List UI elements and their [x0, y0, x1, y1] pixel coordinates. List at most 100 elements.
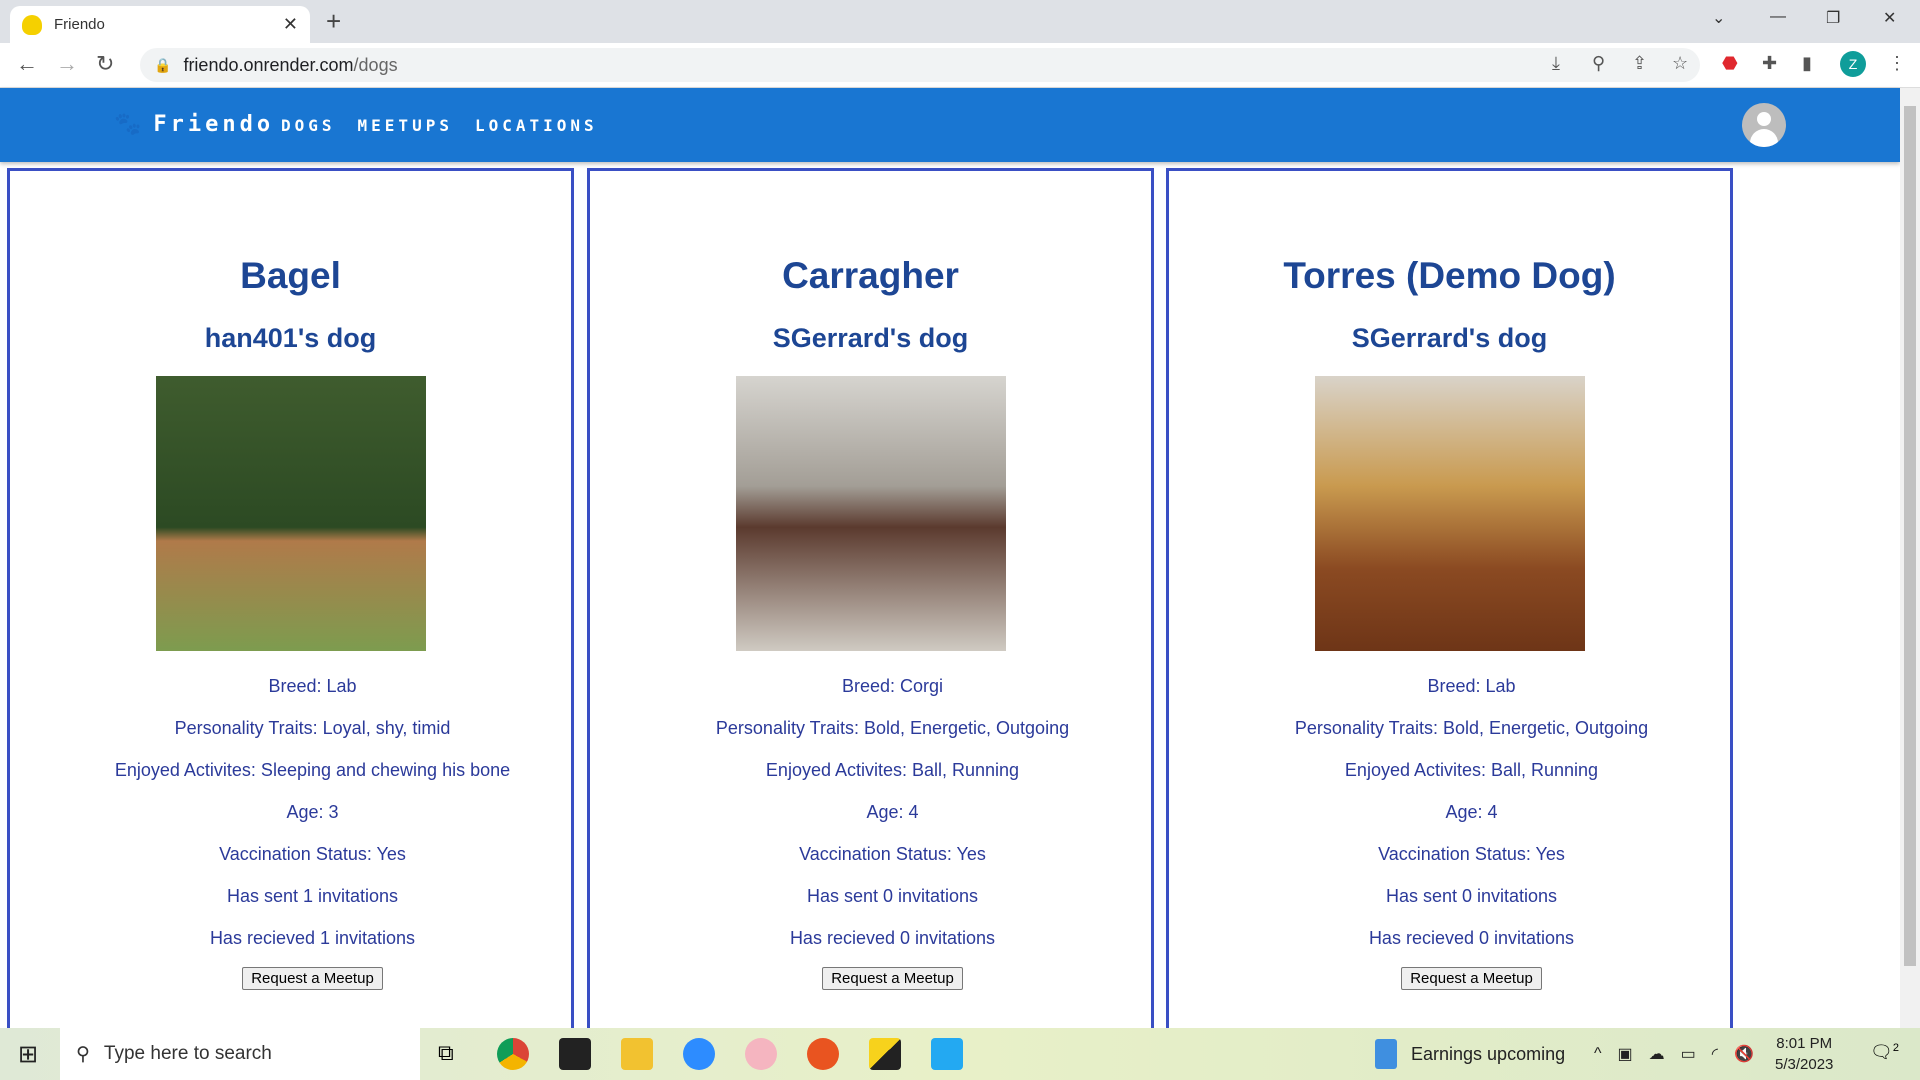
request-meetup-button[interactable]: Request a Meetup: [242, 967, 383, 990]
address-bar: ← → ↻ 🔒 friendo.onrender.com/dogs ⤓ ⚲ ⇪ …: [0, 43, 1920, 88]
browser-tab-bar: Friendo ✕ + ⌄ — ❐ ✕: [0, 0, 1920, 43]
taskbar-search[interactable]: ⚲ Type here to search: [60, 1028, 420, 1080]
app-navbar: 🐾 Friendo DOGS MEETUPS LOCATIONS: [0, 88, 1900, 162]
dog-activities: Enjoyed Activites: Ball, Running: [765, 760, 1020, 780]
dog-activities: Enjoyed Activites: Sleeping and chewing …: [114, 760, 511, 780]
tab-search-icon[interactable]: ⌄: [1712, 8, 1725, 28]
dog-card: Bagel han401's dog Breed: Lab Personality…: [7, 168, 574, 1048]
notifications-icon[interactable]: 🗨2: [1870, 1042, 1899, 1063]
url-host: friendo.onrender.com: [183, 54, 354, 75]
taskbar: ⊞ ⚲ Type here to search ⧉ Earnings upcom…: [0, 1028, 1920, 1080]
dog-photo: [1314, 376, 1585, 651]
ubuntu-icon[interactable]: [807, 1038, 839, 1070]
adblock-icon[interactable]: ⬣: [1722, 53, 1738, 74]
side-panel-icon[interactable]: ▮: [1802, 53, 1812, 74]
forward-icon[interactable]: →: [56, 51, 78, 77]
paw-icon: 🐾: [114, 112, 146, 137]
request-meetup-button[interactable]: Request a Meetup: [822, 967, 963, 990]
profile-avatar[interactable]: Z: [1840, 51, 1866, 77]
dog-vaccination: Vaccination Status: Yes: [799, 844, 986, 864]
dog-sent: Has sent 1 invitations: [226, 886, 399, 906]
wifi-icon[interactable]: ◜: [1712, 1044, 1718, 1064]
dog-age: Age: 4: [1445, 802, 1498, 822]
sticky-notes-icon[interactable]: [869, 1038, 901, 1070]
url-path: /dogs: [353, 54, 398, 75]
minimize-icon[interactable]: —: [1770, 8, 1786, 26]
dog-traits: Personality Traits: Bold, Energetic, Out…: [1294, 718, 1649, 738]
dog-age: Age: 3: [286, 802, 339, 822]
terminal-icon[interactable]: [559, 1038, 591, 1070]
restore-icon[interactable]: ❐: [1826, 8, 1840, 28]
close-window-icon[interactable]: ✕: [1883, 8, 1896, 28]
clock-time: 8:01 PM: [1776, 1035, 1833, 1052]
scrollbar[interactable]: [1900, 88, 1920, 1028]
dog-vaccination: Vaccination Status: Yes: [219, 844, 406, 864]
extensions-icon[interactable]: ✚: [1762, 53, 1777, 74]
dog-card: Torres (Demo Dog) SGerrard's dog Breed: …: [1166, 168, 1733, 1048]
dog-photo: [735, 376, 1006, 651]
nav-link-meetups[interactable]: MEETUPS: [358, 116, 453, 135]
windows-start-icon[interactable]: ⊞: [18, 1040, 38, 1069]
volume-muted-icon[interactable]: 🔇: [1734, 1044, 1754, 1064]
dog-name: Carragher: [782, 255, 959, 296]
dog-traits: Personality Traits: Bold, Energetic, Out…: [715, 718, 1070, 738]
dog-breed: Breed: Lab: [1427, 676, 1516, 696]
new-tab-icon[interactable]: +: [326, 6, 341, 37]
dog-received: Has recieved 0 invitations: [789, 928, 996, 948]
dog-activities: Enjoyed Activites: Ball, Running: [1344, 760, 1599, 780]
dog-card: Carragher SGerrard's dog Breed: Corgi Per…: [587, 168, 1154, 1048]
show-hidden-icons[interactable]: ^: [1594, 1045, 1602, 1063]
install-icon[interactable]: ⤓: [1552, 53, 1560, 74]
dog-breed: Breed: Lab: [268, 676, 357, 696]
dog-breed: Breed: Corgi: [841, 676, 944, 696]
camera-icon[interactable]: ▣: [1618, 1044, 1633, 1064]
nav-link-locations[interactable]: LOCATIONS: [475, 116, 598, 135]
nav-link-dogs[interactable]: DOGS: [281, 116, 336, 135]
menu-icon[interactable]: ⋮: [1888, 53, 1906, 74]
browser-tab[interactable]: Friendo ✕: [10, 6, 310, 43]
zoom-app-icon[interactable]: [683, 1038, 715, 1070]
news-widget-icon[interactable]: [1375, 1039, 1397, 1069]
bookmark-star-icon[interactable]: ☆: [1672, 53, 1688, 74]
brand-logo[interactable]: 🐾 Friendo: [114, 112, 274, 137]
close-tab-icon[interactable]: ✕: [283, 14, 298, 35]
dog-name: Bagel: [240, 255, 341, 296]
clock-date: 5/3/2023: [1775, 1056, 1834, 1073]
lock-icon: 🔒: [154, 56, 172, 73]
snipping-tool-icon[interactable]: [745, 1038, 777, 1070]
url-input[interactable]: 🔒 friendo.onrender.com/dogs: [140, 48, 1700, 82]
notification-count: 2: [1892, 1042, 1899, 1054]
reload-icon[interactable]: ↻: [96, 51, 114, 77]
request-meetup-button[interactable]: Request a Meetup: [1401, 967, 1542, 990]
vscode-icon[interactable]: [931, 1038, 963, 1070]
dog-received: Has recieved 1 invitations: [209, 928, 416, 948]
dog-photo: [155, 376, 426, 651]
scrollbar-thumb[interactable]: [1904, 106, 1916, 966]
favicon-icon: [22, 14, 42, 35]
dog-owner: SGerrard's dog: [772, 323, 969, 353]
zoom-icon[interactable]: ⚲: [1592, 53, 1605, 74]
back-icon[interactable]: ←: [16, 51, 38, 77]
onedrive-icon[interactable]: ☁: [1649, 1044, 1665, 1064]
dog-age: Age: 4: [866, 802, 919, 822]
search-placeholder: Type here to search: [103, 1043, 272, 1064]
dog-owner: SGerrard's dog: [1351, 323, 1548, 353]
file-explorer-icon[interactable]: [621, 1038, 653, 1070]
battery-icon[interactable]: ▭: [1681, 1044, 1696, 1064]
dog-sent: Has sent 0 invitations: [806, 886, 979, 906]
chrome-icon[interactable]: [497, 1038, 529, 1070]
news-widget-text[interactable]: Earnings upcoming: [1411, 1044, 1565, 1065]
tab-title: Friendo: [54, 16, 105, 33]
dog-name: Torres (Demo Dog): [1283, 255, 1616, 296]
search-icon: ⚲: [76, 1043, 90, 1065]
dog-traits: Personality Traits: Loyal, shy, timid: [174, 718, 451, 738]
brand-name: Friendo: [153, 112, 275, 137]
share-icon[interactable]: ⇪: [1632, 53, 1647, 74]
clock[interactable]: 8:01 PM 5/3/2023: [1775, 1033, 1833, 1075]
user-avatar[interactable]: [1742, 103, 1786, 147]
dog-vaccination: Vaccination Status: Yes: [1378, 844, 1565, 864]
dog-received: Has recieved 0 invitations: [1368, 928, 1575, 948]
task-view-icon[interactable]: ⧉: [438, 1040, 454, 1066]
dog-owner: han401's dog: [204, 323, 377, 353]
dog-sent: Has sent 0 invitations: [1385, 886, 1558, 906]
